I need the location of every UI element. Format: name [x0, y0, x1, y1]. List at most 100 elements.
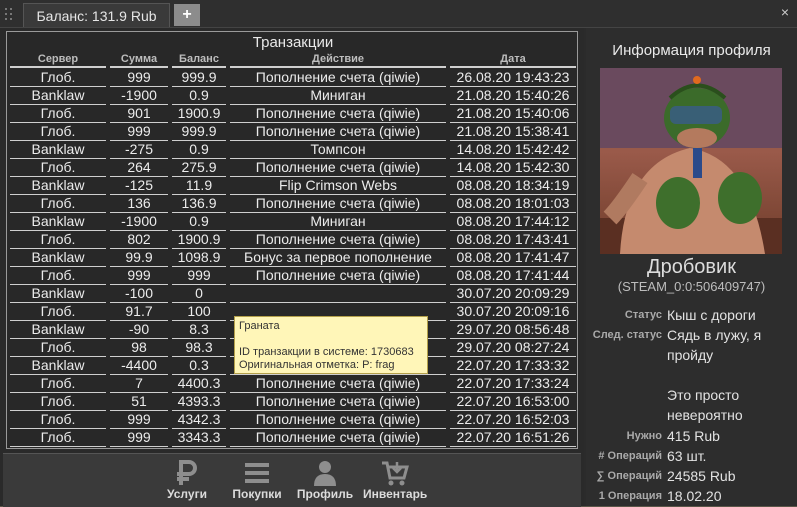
- cell-server: Banklaw: [10, 87, 106, 105]
- cell-date: 26.08.20 19:43:23: [450, 69, 576, 87]
- cell-action: Flip Crimson Webs: [230, 177, 446, 195]
- cell-balance: 100: [172, 303, 226, 321]
- column-header-server[interactable]: Сервер: [10, 54, 106, 68]
- cell-amount: 99.9: [110, 249, 168, 267]
- cell-date: 21.08.20 15:38:41: [450, 123, 576, 141]
- first-op-value: 18.02.20: [667, 488, 722, 504]
- ops-count-label: # Операций: [598, 450, 662, 462]
- cell-server: Глоб.: [10, 411, 106, 429]
- purchases-label: Покупки: [232, 487, 282, 501]
- list-icon: [245, 463, 269, 483]
- cell-server: Banklaw: [10, 177, 106, 195]
- services-label: Услуги: [167, 487, 207, 501]
- tab-balance[interactable]: Баланс: 131.9 Rub: [23, 3, 170, 27]
- cell-balance: 98.3: [172, 339, 226, 357]
- column-header-amount[interactable]: Сумма: [110, 54, 168, 68]
- cell-balance: 11.9: [172, 177, 226, 195]
- cell-server: Глоб.: [10, 105, 106, 123]
- tooltip-title: Граната: [239, 320, 280, 332]
- cell-action: Томпсон: [230, 141, 446, 159]
- ruble-icon: [177, 460, 197, 485]
- column-header-action[interactable]: Действие: [230, 54, 446, 68]
- donate-window: Баланс: 131.9 Rub + × Транзакции Сервер …: [0, 0, 797, 507]
- cell-balance: 4400.3: [172, 375, 226, 393]
- cell-amount: -100: [110, 285, 168, 303]
- cell-amount: 901: [110, 105, 168, 123]
- cell-server: Глоб.: [10, 195, 106, 213]
- cell-balance: 4393.3: [172, 393, 226, 411]
- cell-amount: 802: [110, 231, 168, 249]
- cell-amount: -1900: [110, 213, 168, 231]
- cell-server: Banklaw: [10, 321, 106, 339]
- cell-amount: 7: [110, 375, 168, 393]
- cell-action: Пополнение счета (qiwie): [230, 195, 446, 213]
- inventory-button[interactable]: Инвентарь: [363, 457, 427, 505]
- cell-action: Пополнение счета (qiwie): [230, 159, 446, 177]
- cell-amount: 91.7: [110, 303, 168, 321]
- extra-status-text: Это просто невероятно: [667, 387, 743, 423]
- first-op-label: 1 Операция: [598, 490, 662, 502]
- cell-server: Banklaw: [10, 249, 106, 267]
- cell-action: Пополнение счета (qiwie): [230, 375, 446, 393]
- cell-date: 29.07.20 08:56:48: [450, 321, 576, 339]
- cell-date: 22.07.20 17:33:32: [450, 357, 576, 375]
- drag-handle-icon[interactable]: [3, 6, 17, 22]
- cell-amount: -275: [110, 141, 168, 159]
- cell-server: Глоб.: [10, 69, 106, 87]
- cell-action: [230, 285, 446, 303]
- close-icon[interactable]: ×: [777, 4, 793, 20]
- cell-balance: 8.3: [172, 321, 226, 339]
- cell-balance: 0.9: [172, 87, 226, 105]
- cell-server: Глоб.: [10, 339, 106, 357]
- cell-action: Пополнение счета (qiwie): [230, 429, 446, 447]
- cell-amount: -90: [110, 321, 168, 339]
- profile-panel: Информация профиля Дробовик (STEAM_0:0:5…: [586, 28, 797, 506]
- need-value: 415 Rub: [667, 428, 720, 444]
- bottom-nav: Услуги Покупки Профиль Инвентарь: [3, 453, 581, 507]
- cell-server: Banklaw: [10, 141, 106, 159]
- cell-balance: 3343.3: [172, 429, 226, 447]
- cell-date: 22.07.20 17:33:24: [450, 375, 576, 393]
- cell-action: Пополнение счета (qiwie): [230, 267, 446, 285]
- ops-sum-value: 24585 Rub: [667, 468, 736, 484]
- column-header-balance[interactable]: Баланс: [172, 54, 226, 68]
- transaction-tooltip: Граната ID транзакции в системе: 1730683…: [234, 316, 428, 374]
- profile-steam-id: (STEAM_0:0:506409747): [617, 279, 766, 294]
- purchases-button[interactable]: Покупки: [225, 457, 289, 505]
- cell-server: Глоб.: [10, 375, 106, 393]
- services-button[interactable]: Услуги: [155, 457, 219, 505]
- profile-button[interactable]: Профиль: [293, 457, 357, 505]
- status-label: Статус: [624, 309, 662, 321]
- cell-balance: 136.9: [172, 195, 226, 213]
- cell-date: 22.07.20 16:52:03: [450, 411, 576, 429]
- cell-balance: 1900.9: [172, 231, 226, 249]
- cell-action: Пополнение счета (qiwie): [230, 69, 446, 87]
- column-header-date[interactable]: Дата: [450, 54, 576, 68]
- profile-name: Дробовик: [647, 256, 736, 278]
- cell-date: 30.07.20 20:09:29: [450, 285, 576, 303]
- cell-balance: 1900.9: [172, 105, 226, 123]
- need-label: Нужно: [626, 430, 662, 442]
- cell-action: Пополнение счета (qiwie): [230, 123, 446, 141]
- avatar: [600, 68, 782, 254]
- cell-amount: 999: [110, 267, 168, 285]
- cell-action: Пополнение счета (qiwie): [230, 393, 446, 411]
- user-icon: [314, 461, 336, 486]
- cell-date: 22.07.20 16:53:00: [450, 393, 576, 411]
- cell-action: Миниган: [230, 87, 446, 105]
- cell-date: 14.08.20 15:42:42: [450, 141, 576, 159]
- cell-action: Миниган: [230, 213, 446, 231]
- cell-server: Глоб.: [10, 429, 106, 447]
- cell-action: Бонус за первое пополнение: [230, 249, 446, 267]
- cell-date: 21.08.20 15:40:26: [450, 87, 576, 105]
- inventory-label: Инвентарь: [363, 487, 428, 501]
- cell-date: 08.08.20 18:34:19: [450, 177, 576, 195]
- cell-server: Глоб.: [10, 159, 106, 177]
- tooltip-tx-id: ID транзакции в системе: 1730683: [239, 346, 414, 358]
- cell-server: Глоб.: [10, 393, 106, 411]
- cell-balance: 0.9: [172, 141, 226, 159]
- cell-server: Banklaw: [10, 285, 106, 303]
- tab-bar: Баланс: 131.9 Rub + ×: [0, 0, 797, 28]
- cell-date: 29.07.20 08:27:24: [450, 339, 576, 357]
- add-tab-button[interactable]: +: [174, 4, 200, 26]
